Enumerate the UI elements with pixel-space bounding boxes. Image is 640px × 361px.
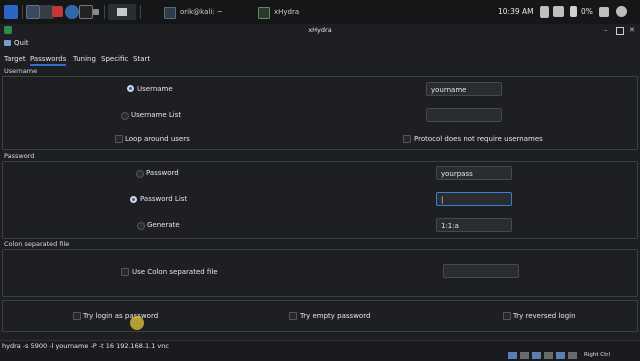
tab-target[interactable]: Target [4, 54, 26, 64]
task-terminal[interactable]: orik@kali: ~ [164, 4, 268, 20]
vm-network-icon [532, 352, 541, 359]
password-label: Password [146, 169, 179, 177]
try-login-as-password-label: Try login as password [83, 312, 159, 320]
mouse-cursor-highlight [130, 316, 144, 330]
text-editor-icon[interactable] [52, 6, 63, 17]
command-line-bar: hydra -s 5900 -l yourname -P -t 16 192.1… [0, 340, 640, 361]
tab-bar: Target Passwords Tuning Specific Start [0, 53, 640, 66]
generate-label: Generate [147, 221, 180, 229]
notification-icon[interactable] [540, 6, 549, 18]
maximize-icon[interactable] [616, 27, 624, 35]
password-list-input[interactable]: | [436, 192, 512, 206]
window-titlebar[interactable]: xHydra – ✕ [0, 24, 640, 36]
colon-frame [2, 249, 638, 297]
password-list-label: Password List [140, 195, 188, 203]
username-label: Username [137, 85, 173, 93]
generate-radio[interactable] [137, 222, 145, 230]
terminal-window-icon [164, 7, 176, 19]
power-icon[interactable] [616, 6, 627, 17]
xhydra-window-icon [258, 7, 270, 19]
colon-section-title: Colon separated file [4, 240, 70, 248]
vm-usb-icon [544, 352, 553, 359]
taskbar: orik@kali: ~ xHydra 10:39 AM 0% [0, 0, 640, 25]
terminal-icon[interactable] [79, 5, 93, 19]
quit-icon [4, 40, 11, 46]
tab-tuning[interactable]: Tuning [73, 54, 96, 64]
vm-cd-icon [520, 352, 529, 359]
protocol-no-usernames-label: Protocol does not require usernames [414, 135, 543, 143]
password-radio[interactable] [136, 170, 144, 178]
minimize-icon[interactable]: – [604, 25, 608, 35]
vm-disk-icon [508, 352, 517, 359]
tab-passwords[interactable]: Passwords [30, 54, 67, 66]
volume-icon[interactable] [553, 6, 564, 17]
dropdown-arrow-icon[interactable] [93, 9, 99, 15]
close-icon[interactable]: ✕ [629, 25, 635, 35]
username-section-title: Username [4, 67, 38, 75]
try-empty-password-label: Try empty password [300, 312, 371, 320]
vm-display-icon [568, 352, 577, 359]
username-list-radio[interactable] [121, 112, 129, 120]
show-desktop-icon[interactable] [26, 5, 40, 19]
browser-icon[interactable] [65, 5, 79, 19]
password-list-radio[interactable] [130, 196, 137, 203]
username-list-label: Username List [131, 111, 182, 119]
loop-around-users-checkbox[interactable] [115, 135, 123, 143]
workspace-switcher[interactable] [108, 4, 136, 20]
username-list-input[interactable] [426, 108, 502, 122]
kali-menu-icon[interactable] [4, 5, 18, 19]
generate-input[interactable]: 1:1:a [436, 218, 512, 232]
task-xhydra[interactable]: xHydra [258, 4, 354, 20]
command-line-text: hydra -s 5900 -l yourname -P -t 16 192.1… [2, 342, 169, 350]
use-colon-file-checkbox[interactable] [121, 268, 129, 276]
username-input[interactable]: yourname [426, 82, 502, 96]
try-reversed-login-checkbox[interactable] [503, 312, 511, 320]
protocol-no-usernames-checkbox[interactable] [403, 135, 411, 143]
host-key-label: Right Ctrl [584, 352, 611, 358]
loop-around-users-label: Loop around users [125, 135, 190, 143]
password-section-title: Password [4, 152, 35, 160]
password-input[interactable]: yourpass [436, 166, 512, 180]
vm-shared-folder-icon [556, 352, 565, 359]
battery-icon[interactable] [570, 6, 577, 17]
username-radio[interactable] [127, 85, 134, 92]
password-frame [2, 161, 638, 239]
tab-specific[interactable]: Specific [101, 54, 128, 64]
try-login-as-password-checkbox[interactable] [73, 312, 81, 320]
tab-start[interactable]: Start [133, 54, 150, 64]
colon-file-input[interactable] [443, 264, 519, 278]
use-colon-file-label: Use Colon separated file [132, 268, 218, 276]
window-title: xHydra [308, 26, 332, 34]
try-empty-password-checkbox[interactable] [289, 312, 297, 320]
try-reversed-login-label: Try reversed login [513, 312, 576, 320]
lock-icon[interactable] [599, 7, 609, 17]
battery-percent: 0% [581, 7, 593, 16]
clock[interactable]: 10:39 AM [498, 4, 534, 20]
